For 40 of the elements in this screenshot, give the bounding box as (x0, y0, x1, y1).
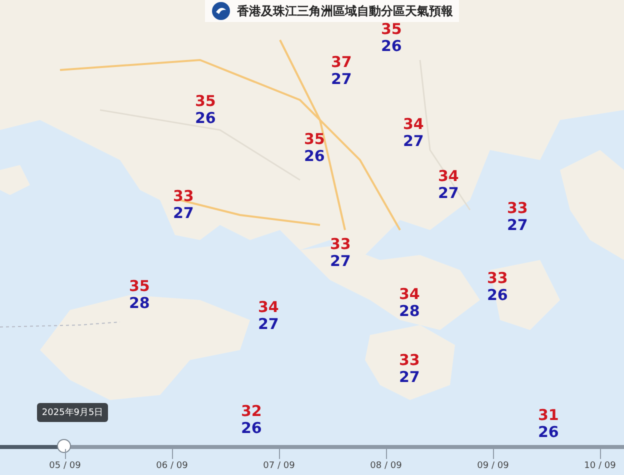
max-temperature: 33 (330, 236, 351, 253)
min-temperature: 28 (129, 295, 150, 312)
min-temperature: 27 (399, 369, 420, 386)
max-temperature: 35 (381, 21, 402, 38)
max-temperature: 37 (331, 54, 352, 71)
max-temperature: 34 (258, 299, 279, 316)
max-temperature: 35 (195, 93, 216, 110)
max-temperature: 35 (304, 131, 325, 148)
min-temperature: 27 (438, 185, 459, 202)
max-temperature: 32 (241, 403, 262, 420)
date-label: 06 / 09 (156, 461, 188, 471)
date-label: 05 / 09 (49, 461, 81, 471)
min-temperature: 27 (507, 217, 528, 234)
max-temperature: 34 (399, 286, 420, 303)
max-temperature: 31 (538, 407, 559, 424)
min-temperature: 26 (241, 420, 262, 437)
min-temperature: 26 (487, 287, 508, 304)
page-title: 香港及珠江三角洲區域自動分區天氣預報 (237, 2, 453, 20)
date-label: 07 / 09 (263, 461, 295, 471)
max-temperature: 34 (438, 168, 459, 185)
max-temperature: 33 (507, 200, 528, 217)
min-temperature: 27 (331, 71, 352, 88)
min-temperature: 27 (258, 316, 279, 333)
date-label: 08 / 09 (370, 461, 402, 471)
min-temperature: 26 (381, 38, 402, 55)
min-temperature: 26 (304, 148, 325, 165)
max-temperature: 33 (173, 188, 194, 205)
min-temperature: 28 (399, 303, 420, 320)
min-temperature: 27 (403, 133, 424, 150)
max-temperature: 35 (129, 278, 150, 295)
max-temperature: 33 (487, 270, 508, 287)
date-label: 09 / 09 (477, 461, 509, 471)
min-temperature: 27 (173, 205, 194, 222)
date-label: 10 / 09 (584, 461, 616, 471)
max-temperature: 34 (403, 116, 424, 133)
min-temperature: 26 (538, 424, 559, 441)
max-temperature: 33 (399, 352, 420, 369)
min-temperature: 27 (330, 253, 351, 270)
min-temperature: 26 (195, 110, 216, 127)
date-tooltip: 2025年9月5日 (36, 403, 108, 422)
